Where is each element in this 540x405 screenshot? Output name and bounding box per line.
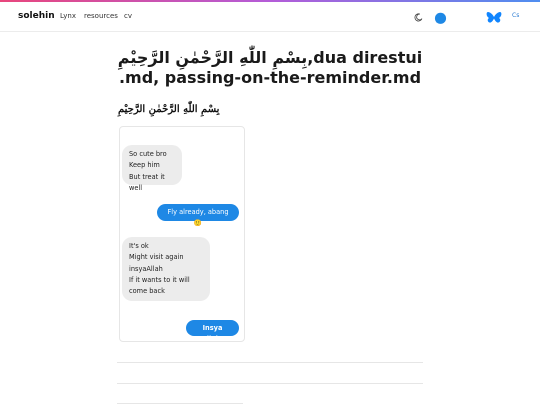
chat-message-outgoing: Fly already, abang 🙂 (157, 204, 239, 227)
nav-link-lynx[interactable]: Lynx (60, 12, 76, 20)
butterfly-icon[interactable] (486, 11, 502, 25)
divider (117, 403, 243, 404)
chat-message-incoming: It's ok Might visit again insyaAllah If … (122, 237, 210, 301)
message-line: Might visit again (129, 253, 184, 262)
message-line: come back (129, 287, 165, 296)
divider (117, 362, 423, 363)
message-line: So cute bro (129, 150, 167, 158)
message-line: But treat it well (129, 172, 165, 192)
nav-link-cv[interactable]: cv (124, 12, 132, 20)
site-brand[interactable]: solehin (18, 11, 55, 21)
divider (117, 383, 423, 384)
nav-link-resources[interactable]: resources (84, 12, 118, 20)
message-line: insyaAllah (129, 264, 163, 273)
moon-icon[interactable] (414, 13, 423, 22)
page-title: بِسْمِ اللّٰهِ الرَّحْمٰنِ الرَّحِيْمِ,d… (117, 48, 423, 87)
chat-message-outgoing: Insya Allah! (186, 320, 239, 343)
chat-message-incoming: So cute bro Keep him But treat it well (122, 145, 182, 192)
chat-panel: So cute bro Keep him But treat it well F… (119, 126, 245, 343)
chat-bubble-icon[interactable] (434, 12, 447, 25)
navbar: solehin Lynx resources cv Cs (0, 2, 540, 32)
language-toggle[interactable]: Cs (512, 12, 519, 19)
section-heading: بِسْمِ اللّٰهِ الرَّحْمٰنِ الرَّحِيْمِ (118, 104, 220, 115)
message-line: Keep him (129, 161, 160, 170)
message-line: It's ok (129, 242, 149, 250)
message-line: If it wants to it will (129, 275, 190, 284)
